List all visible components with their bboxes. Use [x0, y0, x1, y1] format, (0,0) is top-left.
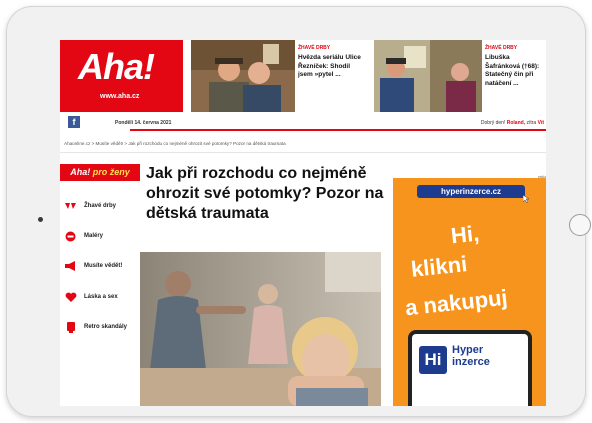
article-headline[interactable]: Jak při rozchodu co nejméně ohrozit své … [146, 164, 386, 224]
cursor-icon [523, 195, 530, 203]
sidebar-item-musite-vedet[interactable]: Musíte vědět! [64, 259, 122, 273]
ad-headline-3: a nakupuj [403, 284, 509, 321]
logo-text: Aha! [78, 46, 155, 87]
ad-headline-2: klikni [409, 251, 469, 282]
sidebar-item-malery[interactable]: Maléry [64, 229, 103, 243]
heart-icon [64, 292, 77, 303]
promo-image-2 [374, 40, 482, 112]
facebook-icon[interactable]: f [68, 116, 80, 128]
promo-card-1[interactable]: ŽHAVÉ DRBY Hvězda seriálu Ulice Řezníček… [191, 40, 369, 112]
sidebar: Aha! pro ženy Žhavé drby Maléry Musíte v… [60, 158, 140, 406]
advertisement-banner[interactable]: hyperinzerce.cz Hi, klikni a nakupuj Hi … [393, 178, 546, 406]
promo-tag-1: ŽHAVÉ DRBY [298, 45, 331, 51]
promo-image-1 [191, 40, 295, 112]
sidebar-item-zhave-drby[interactable]: Žhavé drby [64, 199, 116, 213]
promo-title-2: Libuška Šafránková (†68): Statečný čin p… [485, 54, 540, 87]
current-date: Pondělí 14. června 2021 [115, 120, 172, 126]
promo-card-2[interactable]: ŽHAVÉ DRBY Libuška Šafránková (†68): Sta… [374, 40, 546, 112]
logo-url: www.aha.cz [100, 93, 140, 100]
article-hero-image [140, 252, 381, 406]
glasses-icon [64, 201, 77, 212]
browser-screen: Aha! www.aha.cz ŽHAVÉ DRBY Hvězda seriál… [60, 40, 546, 406]
retro-icon [64, 321, 77, 333]
megaphone-icon [64, 261, 77, 272]
ad-phone-mockup: Hi Hyper inzerce [408, 330, 532, 406]
ad-logo-text: Hyper inzerce [452, 344, 490, 368]
site-logo[interactable]: Aha! www.aha.cz [60, 40, 183, 112]
sidebar-item-laska-a-sex[interactable]: Láska a sex [64, 290, 118, 304]
camera [38, 217, 43, 222]
ad-headline-1: Hi, [449, 220, 481, 249]
home-button[interactable] [569, 214, 591, 236]
breadcrumb[interactable]: Ahaonline.cz > Musíte vědět! > Jak při r… [64, 141, 286, 146]
alert-icon [64, 231, 77, 242]
section-tag[interactable]: Aha! pro ženy [60, 164, 140, 181]
ad-pill: hyperinzerce.cz [417, 185, 525, 198]
breadcrumb-divider [60, 152, 546, 153]
sidebar-item-retro-skandaly[interactable]: Retro skandály [64, 320, 127, 334]
welcome-message: Dobrý den! Roland, zítra Vít [480, 120, 544, 126]
promo-tag-2: ŽHAVÉ DRBY [485, 45, 518, 51]
hyperinzerce-logo-icon: Hi [419, 346, 447, 374]
header-divider [130, 129, 546, 131]
promo-title-1: Hvězda seriálu Ulice Řezníček: Shodil js… [298, 54, 361, 79]
